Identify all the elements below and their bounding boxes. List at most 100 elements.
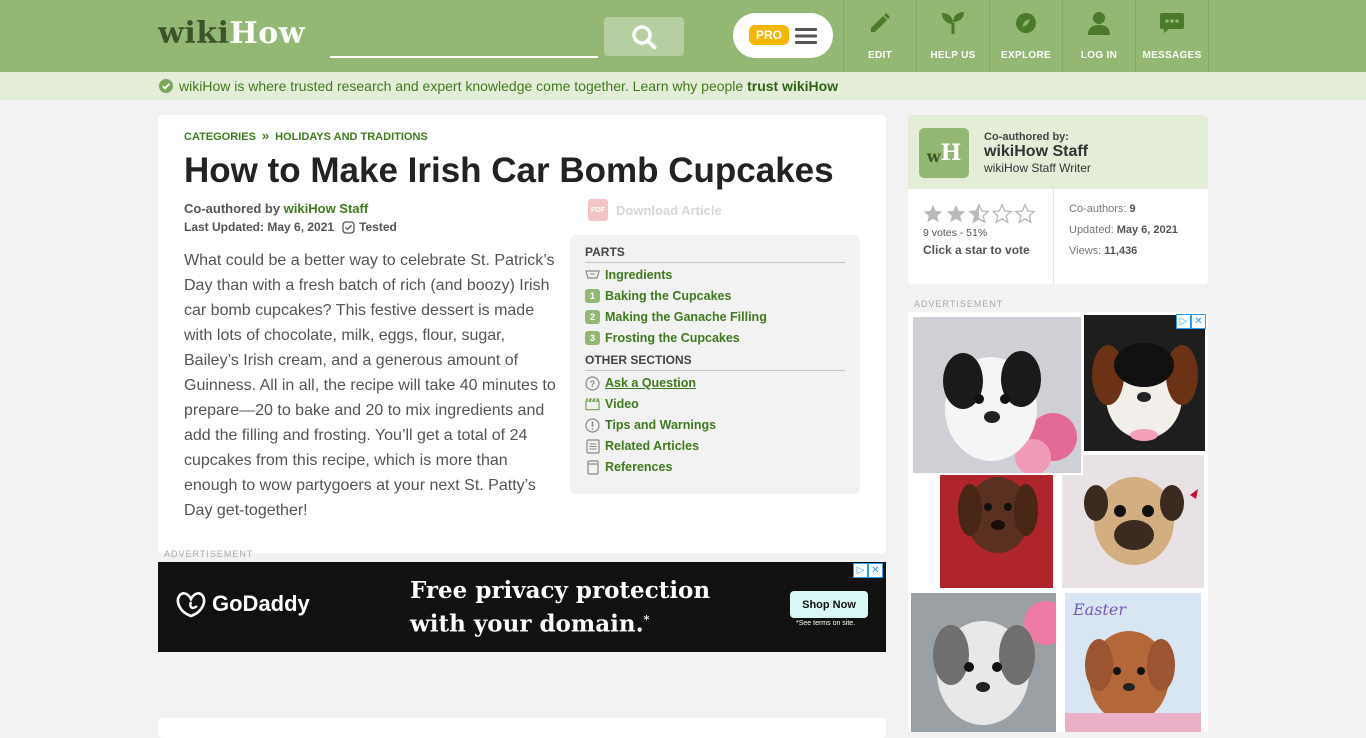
- coauthor-name[interactable]: wikiHow Staff: [984, 143, 1088, 161]
- part-number-badge: 1: [585, 289, 600, 303]
- coauthor-role: wikiHow Staff Writer: [984, 161, 1091, 175]
- godaddy-asterisk: *: [643, 613, 650, 626]
- godaddy-mark-icon: [176, 592, 206, 618]
- download-article-label: Download Article: [616, 202, 722, 218]
- logo-wiki-text: wiki: [158, 16, 230, 51]
- book-icon: [586, 459, 599, 475]
- logo-how-text: How: [229, 16, 306, 51]
- pro-badge: PRO: [749, 25, 789, 45]
- hamburger-icon: [795, 28, 817, 44]
- sidebar-ad-choices[interactable]: ▷ ✕: [1176, 314, 1206, 329]
- godaddy-ad-banner[interactable]: GoDaddy Free privacy protection with your…: [158, 562, 886, 652]
- nav-help-us-label: HELP US: [930, 50, 976, 61]
- toc-item-ask-question[interactable]: ? Ask a Question: [585, 374, 696, 392]
- toc-item-label: Ingredients: [605, 268, 673, 282]
- tested-badge: Tested: [342, 220, 397, 234]
- shop-now-button[interactable]: Shop Now: [790, 591, 868, 618]
- coauthors-stat: Co-authors: 9: [1069, 203, 1136, 215]
- wikihow-logo[interactable]: wikiHow: [158, 16, 305, 51]
- toc-item-related-articles[interactable]: Related Articles: [585, 437, 699, 455]
- ingredients-icon: [585, 270, 600, 279]
- sidebar-advertisement-label: ADVERTISEMENT: [914, 299, 1004, 309]
- advertisement-label: ADVERTISEMENT: [164, 549, 254, 559]
- chat-icon: [1160, 13, 1184, 33]
- star-empty-icon: [1014, 203, 1036, 224]
- nav-explore-label: EXPLORE: [1001, 50, 1051, 61]
- trust-wikihow-link[interactable]: trust wikiHow: [747, 78, 838, 94]
- toc-item-ingredients[interactable]: Ingredients: [585, 266, 672, 284]
- nav-log-in[interactable]: LOG IN: [1062, 0, 1135, 72]
- toc-item-label: Making the Ganache Filling: [605, 310, 767, 324]
- pdf-icon: PDF: [588, 199, 608, 221]
- tested-check-icon: [342, 220, 355, 234]
- part-number-badge: 3: [585, 331, 600, 345]
- avatar-h: H: [940, 140, 962, 166]
- download-article-button[interactable]: PDF Download Article: [584, 197, 736, 223]
- article-updated: Last Updated: May 6, 2021 Tested: [184, 220, 397, 234]
- trust-banner-message: wikiHow is where trusted research and ex…: [179, 78, 748, 94]
- coauthors-value: 9: [1129, 203, 1136, 215]
- nav-explore[interactable]: EXPLORE: [989, 0, 1062, 72]
- adchoices-icon: ▷: [1176, 314, 1191, 329]
- breadcrumb-holidays[interactable]: HOLIDAYS AND TRADITIONS: [275, 131, 428, 143]
- search-input[interactable]: [330, 20, 598, 58]
- nav-help-us[interactable]: HELP US: [916, 0, 989, 72]
- pro-menu-button[interactable]: PRO: [733, 13, 833, 58]
- next-section-card: [158, 718, 886, 738]
- user-icon: [1088, 12, 1110, 35]
- toc-item-part-1[interactable]: 1 Baking the Cupcakes: [585, 287, 731, 305]
- toc-parts-heading: PARTS: [585, 245, 845, 263]
- warning-icon: [585, 417, 600, 433]
- author-link[interactable]: wikiHow Staff: [284, 201, 369, 216]
- updated-value: May 6, 2021: [1116, 224, 1178, 236]
- question-icon: ?: [585, 375, 600, 391]
- part-number-badge: 2: [585, 310, 600, 324]
- puppy-ad[interactable]: Easter ▷ ✕: [908, 312, 1208, 732]
- godaddy-headline-line2: with your domain.: [410, 610, 644, 638]
- last-updated-text: Last Updated: May 6, 2021: [184, 220, 335, 234]
- article-title: How to Make Irish Car Bomb Cupcakes: [184, 151, 834, 190]
- article-intro: What could be a better way to celebrate …: [184, 252, 556, 519]
- views-label: Views:: [1069, 245, 1105, 257]
- breadcrumb-categories[interactable]: CATEGORIES: [184, 131, 256, 143]
- puppy-photo: [911, 315, 1083, 475]
- coauthored-label: Co-authored by: [184, 201, 284, 216]
- godaddy-logo: GoDaddy: [174, 590, 310, 618]
- nav-edit[interactable]: EDIT: [843, 0, 916, 72]
- nav-messages[interactable]: MESSAGES: [1135, 0, 1208, 72]
- coauthors-label: Co-authors:: [1069, 203, 1130, 215]
- toc-item-part-3[interactable]: 3 Frosting the Cupcakes: [585, 329, 740, 347]
- coauthor-header: wH Co-authored by: wikiHow Staff wikiHow…: [908, 115, 1208, 189]
- search-icon: [632, 24, 657, 49]
- godaddy-brand-text: GoDaddy: [212, 591, 310, 616]
- trust-banner-text: wikiHow is where trusted research and ex…: [179, 78, 838, 94]
- coauthored-by-label: Co-authored by:: [984, 131, 1069, 143]
- nav-edit-label: EDIT: [868, 50, 892, 61]
- article-byline: Co-authored by wikiHow Staff: [184, 201, 368, 216]
- article-intro-card: CATEGORIES » HOLIDAYS AND TRADITIONS How t…: [158, 115, 886, 553]
- toc-item-video[interactable]: Video: [585, 395, 639, 413]
- coauthor-card: wH Co-authored by: wikiHow Staff wikiHow…: [908, 115, 1208, 284]
- ad-choices[interactable]: ▷ ✕: [853, 563, 883, 578]
- toc-item-part-2[interactable]: 2 Making the Ganache Filling: [585, 308, 767, 326]
- vote-cta: Click a star to vote: [923, 243, 1030, 257]
- star-rating[interactable]: [922, 203, 1036, 225]
- toc-item-label: Related Articles: [605, 439, 700, 453]
- puppy-photo: Easter: [1065, 593, 1201, 732]
- svg-text:?: ?: [590, 379, 596, 389]
- godaddy-headline: Free privacy protection with your domain.…: [410, 576, 710, 639]
- breadcrumb: CATEGORIES » HOLIDAYS AND TRADITIONS: [184, 128, 428, 143]
- table-of-contents: PARTS Ingredients 1 Baking the Cupcakes …: [570, 235, 860, 494]
- avatar-w: w: [926, 146, 941, 166]
- nav-messages-label: MESSAGES: [1142, 50, 1202, 61]
- toc-item-tips-warnings[interactable]: Tips and Warnings: [585, 416, 716, 434]
- toc-item-references[interactable]: References: [585, 458, 672, 476]
- nav-divider: [1208, 0, 1209, 72]
- trust-banner: wikiHow is where trusted research and ex…: [0, 72, 1366, 100]
- search-button[interactable]: [604, 17, 684, 56]
- godaddy-headline-line1: Free privacy protection: [410, 577, 711, 604]
- toc-other-heading: OTHER SECTIONS: [585, 353, 845, 371]
- document-icon: [585, 438, 600, 454]
- views-stat: Views: 11,436: [1069, 245, 1137, 257]
- top-header: wikiHow PRO EDIT HELP US EXPLORE LOG IN …: [0, 0, 1366, 72]
